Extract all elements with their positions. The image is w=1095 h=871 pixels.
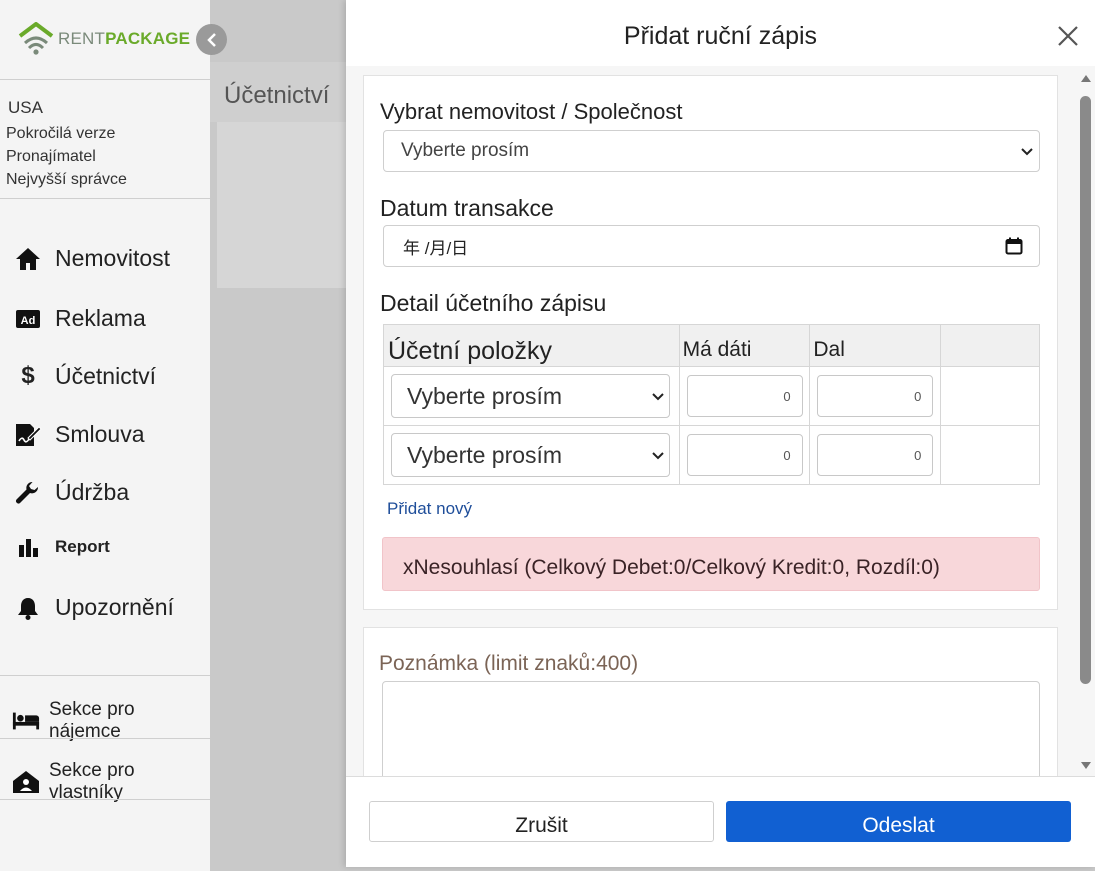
entry-table: Účetní položky Má dáti Dal Vyberte prosí… — [383, 324, 1040, 485]
account-info: USA Pokročilá verze Pronajímatel Nejvyšš… — [6, 96, 127, 191]
row-actions-cell — [940, 366, 1040, 426]
date-label: Datum transakce — [380, 195, 554, 221]
detail-label: Detail účetního zápisu — [380, 290, 607, 316]
sidebar-item-upozorneni[interactable]: Upozornění — [14, 594, 174, 621]
svg-text:Ad: Ad — [21, 315, 36, 327]
note-label: Poznámka (limit znaků:400) — [379, 652, 639, 675]
credit-input[interactable]: 0 — [817, 434, 934, 476]
row-actions-cell — [940, 425, 1040, 485]
sidebar-divider — [0, 675, 210, 676]
scroll-up-icon[interactable] — [1080, 72, 1092, 84]
column-header: Účetní položky — [383, 324, 680, 367]
transaction-date-input[interactable]: 年 /月/日 — [383, 225, 1040, 267]
sidebar-divider — [0, 738, 210, 739]
balance-alert: xNesouhlasí (Celkový Debet:0/Celkový Kre… — [382, 537, 1040, 591]
scrollbar-thumb[interactable] — [1080, 96, 1091, 684]
manual-entry-modal: Přidat ruční zápis Vybrat nemovitost / S… — [346, 0, 1095, 867]
bar-chart-icon — [14, 537, 42, 557]
modal-body: Vybrat nemovitost / Společnost Vyberte p… — [346, 66, 1095, 776]
account-item-value: Vyberte prosím — [407, 382, 563, 409]
sidebar-item-ucetnictvi[interactable]: $ Účetnictví — [14, 362, 156, 390]
column-header: Dal — [809, 324, 942, 367]
content-card — [217, 122, 352, 288]
account-level: Nejvyšší správce — [6, 171, 127, 188]
property-select-value: Vyberte prosím — [401, 140, 530, 161]
chevron-left-icon — [206, 32, 216, 47]
entry-panel: Vybrat nemovitost / Společnost Vyberte p… — [363, 75, 1058, 610]
sidebar-divider — [0, 79, 210, 80]
chevron-down-icon — [652, 452, 664, 460]
table-header-row: Účetní položky Má dáti Dal — [383, 324, 1040, 367]
home-icon — [14, 247, 42, 271]
account-role: Pronajímatel — [6, 148, 96, 165]
property-select[interactable]: Vyberte prosím — [383, 130, 1040, 172]
page-title: Účetnictví — [224, 82, 330, 109]
calendar-icon[interactable] — [1005, 237, 1023, 255]
note-panel: Poznámka (limit znaků:400) — [363, 627, 1058, 776]
logo-text: RENTPACKAGE — [58, 29, 191, 48]
logo-wifi-house-icon — [18, 22, 54, 55]
modal-title: Přidat ruční zápis — [623, 22, 818, 50]
property-label: Vybrat nemovitost / Společnost — [380, 99, 683, 124]
bed-icon — [12, 711, 40, 731]
sidebar-divider — [0, 799, 210, 800]
footer-divider — [346, 776, 1095, 777]
column-header — [940, 324, 1040, 367]
sidebar: RENTPACKAGE USA Pokročilá verze Pronajím… — [0, 0, 210, 871]
sidebar-collapse-button[interactable] — [196, 24, 227, 55]
sidebar-item-smlouva[interactable]: Smlouva — [14, 421, 144, 448]
app-logo[interactable]: RENTPACKAGE — [18, 22, 190, 56]
column-header: Má dáti — [678, 324, 811, 367]
date-placeholder: 年 /月/日 — [403, 238, 469, 258]
debit-input[interactable]: 0 — [686, 434, 803, 476]
sidebar-divider — [0, 198, 210, 199]
credit-input[interactable]: 0 — [817, 375, 934, 417]
account-country: USA — [8, 98, 43, 117]
sidebar-section-tenant[interactable]: Sekce pro nájemce — [12, 699, 210, 743]
debit-input[interactable]: 0 — [686, 375, 803, 417]
chevron-down-icon — [1021, 148, 1033, 156]
sidebar-item-reklama[interactable]: Ad Reklama — [14, 305, 146, 332]
bell-icon — [14, 596, 42, 620]
add-new-link[interactable]: Přidat nový — [387, 499, 472, 519]
table-row: Vyberte prosím 0 0 — [383, 366, 1040, 426]
cancel-button[interactable]: Zrušit — [369, 801, 714, 842]
sidebar-item-report[interactable]: Report — [14, 537, 110, 557]
wrench-icon — [14, 480, 42, 506]
sidebar-section-owner[interactable]: Sekce pro vlastníky — [12, 760, 210, 804]
account-item-select[interactable]: Vyberte prosím — [391, 374, 670, 418]
table-row: Vyberte prosím 0 0 — [383, 425, 1040, 485]
submit-button[interactable]: Odeslat — [726, 801, 1071, 842]
scroll-down-icon[interactable] — [1080, 760, 1092, 772]
sidebar-item-udrzba[interactable]: Údržba — [14, 479, 129, 506]
account-plan: Pokročilá verze — [6, 125, 116, 142]
dollar-icon: $ — [21, 362, 35, 389]
ad-icon: Ad — [14, 309, 42, 329]
close-button[interactable] — [1056, 24, 1080, 48]
house-owner-icon — [12, 770, 40, 794]
note-textarea[interactable] — [382, 681, 1040, 776]
contract-icon — [14, 422, 42, 448]
account-item-value: Vyberte prosím — [407, 441, 563, 468]
chevron-down-icon — [652, 393, 664, 401]
account-item-select[interactable]: Vyberte prosím — [391, 433, 670, 477]
sidebar-item-nemovitost[interactable]: Nemovitost — [14, 245, 170, 272]
close-icon — [1058, 26, 1078, 46]
